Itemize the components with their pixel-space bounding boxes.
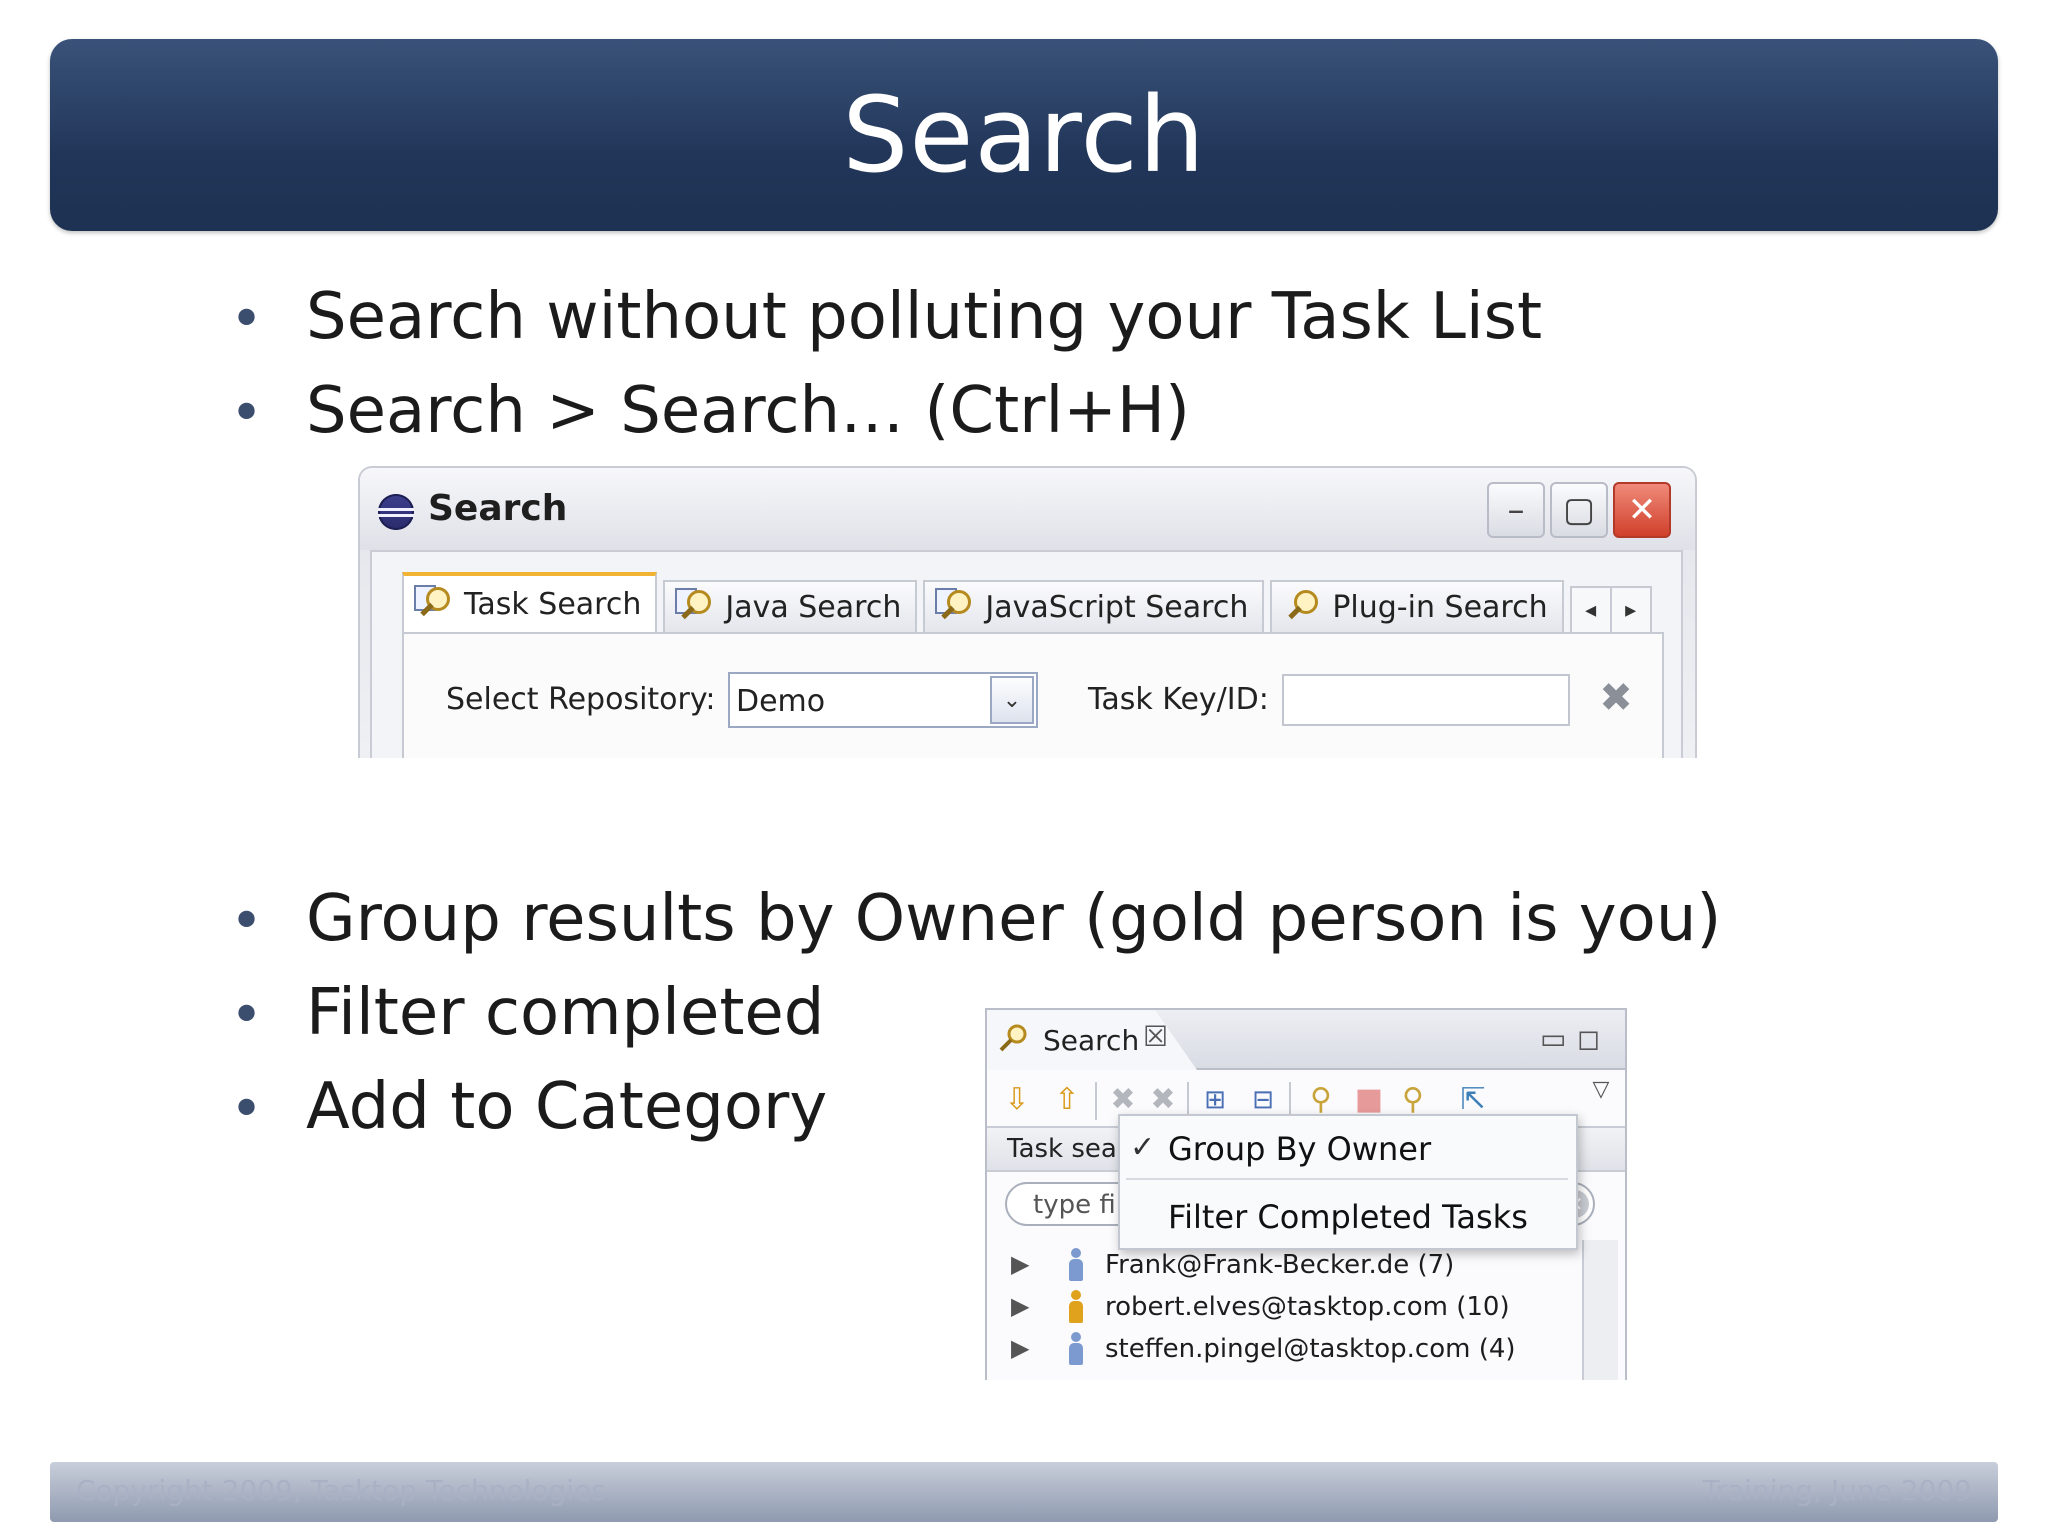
clear-icon[interactable]: ✖ bbox=[1596, 678, 1636, 718]
results-header-text: Task sea bbox=[1007, 1134, 1117, 1164]
footer-date: Training, June 2009 bbox=[1702, 1474, 1972, 1507]
menu-item-filter-completed[interactable]: Filter Completed Tasks bbox=[1120, 1188, 1576, 1244]
close-button[interactable]: ✕ bbox=[1613, 482, 1671, 538]
search-dialog: Search – ▢ ✕ Task Search Java Search Jav… bbox=[358, 466, 1697, 758]
owner-label: robert.elves@tasktop.com (10) bbox=[1105, 1292, 1510, 1322]
scrollbar[interactable] bbox=[1582, 1240, 1618, 1380]
search-again-icon[interactable]: ⚲ bbox=[1305, 1084, 1337, 1116]
select-repository-label: Select Repository: bbox=[446, 682, 716, 717]
remove-icon[interactable]: ✖ bbox=[1107, 1084, 1139, 1116]
view-context-menu: ✓ Group By Owner Filter Completed Tasks bbox=[1118, 1114, 1578, 1250]
minimize-view-icon[interactable]: ▭ bbox=[1540, 1022, 1566, 1055]
filter-placeholder: type fil bbox=[1033, 1190, 1123, 1220]
expand-all-icon[interactable]: ⊞ bbox=[1199, 1084, 1231, 1116]
bullet-dot: • bbox=[230, 1077, 264, 1142]
stop-icon[interactable]: ■ bbox=[1353, 1084, 1385, 1116]
result-row[interactable]: ▶ robert.elves@tasktop.com (10) bbox=[987, 1288, 1587, 1328]
person-icon bbox=[1067, 1332, 1085, 1366]
pin-icon[interactable]: ⇱ bbox=[1457, 1084, 1489, 1116]
bullet-item: • Group results by Owner (gold person is … bbox=[230, 882, 1721, 956]
collapse-all-icon[interactable]: ⊟ bbox=[1247, 1084, 1279, 1116]
result-row[interactable]: ▶ Frank@Frank-Becker.de (7) bbox=[987, 1246, 1587, 1286]
java-search-icon bbox=[675, 588, 715, 626]
tab-label: JavaScript Search bbox=[985, 589, 1249, 625]
task-key-label: Task Key/ID: bbox=[1088, 682, 1269, 717]
bullet-dot: • bbox=[230, 381, 264, 446]
tab-scroll-left-icon[interactable]: ◂ bbox=[1572, 588, 1610, 632]
tab-label: Plug-in Search bbox=[1332, 589, 1548, 625]
slide-title-bar: Search bbox=[50, 39, 1998, 231]
task-key-input[interactable] bbox=[1282, 674, 1570, 726]
plugin-search-icon bbox=[1282, 588, 1322, 626]
menu-item-group-by-owner[interactable]: ✓ Group By Owner bbox=[1120, 1120, 1576, 1176]
maximize-button[interactable]: ▢ bbox=[1550, 482, 1608, 538]
search-tabs: Task Search Java Search JavaScript Searc… bbox=[402, 572, 1652, 634]
eclipse-icon bbox=[378, 494, 414, 530]
view-tabstrip: Search ☒ ▭ ◻ bbox=[987, 1010, 1625, 1070]
bullet-item: • Search without polluting your Task List bbox=[230, 280, 1542, 354]
owner-label: Frank@Frank-Becker.de (7) bbox=[1105, 1250, 1455, 1280]
menu-item-label: Group By Owner bbox=[1168, 1130, 1432, 1168]
dialog-title: Search bbox=[428, 488, 568, 529]
bullet-text: Group results by Owner (gold person is y… bbox=[306, 882, 1722, 956]
tab-java-search[interactable]: Java Search bbox=[663, 580, 918, 632]
maximize-view-icon[interactable]: ◻ bbox=[1577, 1022, 1600, 1055]
dialog-titlebar[interactable]: Search – ▢ ✕ bbox=[360, 468, 1695, 550]
minimize-button[interactable]: – bbox=[1487, 482, 1545, 538]
tab-scroll-right-icon[interactable]: ▸ bbox=[1609, 588, 1650, 632]
checkmark-icon: ✓ bbox=[1130, 1130, 1156, 1165]
tab-plugin-search[interactable]: Plug-in Search bbox=[1270, 580, 1564, 632]
search-icon bbox=[999, 1024, 1027, 1052]
tab-scroll-buttons: ◂ ▸ bbox=[1569, 586, 1652, 634]
expand-arrow-icon[interactable]: ▶ bbox=[1011, 1250, 1029, 1278]
bullet-text: Filter completed bbox=[306, 976, 825, 1050]
slide-title: Search bbox=[842, 74, 1206, 196]
task-search-panel: Select Repository: Demo ⌄ Task Key/ID: ✖ bbox=[402, 632, 1664, 758]
repository-value: Demo bbox=[736, 684, 826, 719]
view-menu-icon[interactable]: ▽ bbox=[1585, 1074, 1617, 1106]
view-tab-label: Search bbox=[1043, 1024, 1140, 1057]
bullet-dot: • bbox=[230, 287, 264, 352]
menu-item-label: Filter Completed Tasks bbox=[1168, 1198, 1528, 1236]
bullet-item: • Add to Category bbox=[230, 1070, 827, 1144]
owner-label: steffen.pingel@tasktop.com (4) bbox=[1105, 1334, 1516, 1364]
close-icon[interactable]: ☒ bbox=[1143, 1020, 1168, 1053]
tab-label: Task Search bbox=[464, 586, 642, 622]
javascript-search-icon bbox=[935, 588, 975, 626]
task-search-icon bbox=[414, 585, 454, 623]
tab-label: Java Search bbox=[725, 589, 902, 625]
bullet-text: Search > Search… (Ctrl+H) bbox=[306, 374, 1190, 448]
bullet-dot: • bbox=[230, 889, 264, 954]
up-arrow-icon[interactable]: ⇧ bbox=[1051, 1084, 1083, 1116]
tab-javascript-search[interactable]: JavaScript Search bbox=[923, 580, 1265, 632]
search-view-tab[interactable]: Search ☒ bbox=[987, 1010, 1197, 1070]
expand-arrow-icon[interactable]: ▶ bbox=[1011, 1292, 1029, 1320]
bullet-text: Add to Category bbox=[306, 1070, 828, 1144]
result-row[interactable]: ▶ steffen.pingel@tasktop.com (4) bbox=[987, 1330, 1587, 1370]
repository-select[interactable]: Demo ⌄ bbox=[728, 672, 1038, 728]
menu-separator bbox=[1126, 1178, 1568, 1180]
bullet-item: • Search > Search… (Ctrl+H) bbox=[230, 374, 1190, 448]
person-icon bbox=[1067, 1248, 1085, 1282]
gold-person-icon bbox=[1067, 1290, 1085, 1324]
history-icon[interactable]: ⚲ bbox=[1397, 1084, 1429, 1116]
bullet-text: Search without polluting your Task List bbox=[306, 280, 1543, 354]
footer-bar: Copyright 2009, Tasktop Technologies Tra… bbox=[50, 1462, 1998, 1522]
remove-all-icon[interactable]: ✖ bbox=[1147, 1084, 1179, 1116]
expand-arrow-icon[interactable]: ▶ bbox=[1011, 1334, 1029, 1362]
bullet-dot: • bbox=[230, 983, 264, 1048]
bullet-item: • Filter completed bbox=[230, 976, 824, 1050]
dialog-body: Task Search Java Search JavaScript Searc… bbox=[370, 550, 1683, 758]
footer-copyright: Copyright 2009, Tasktop Technologies bbox=[76, 1474, 606, 1507]
down-arrow-icon[interactable]: ⇩ bbox=[1001, 1084, 1033, 1116]
tab-task-search[interactable]: Task Search bbox=[402, 572, 658, 632]
chevron-down-icon[interactable]: ⌄ bbox=[990, 676, 1034, 724]
